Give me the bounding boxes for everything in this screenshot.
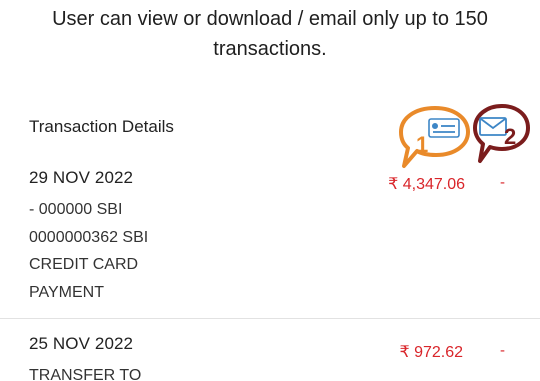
transaction-date: 29 NOV 2022: [29, 168, 134, 187]
section-title: Transaction Details: [29, 117, 174, 136]
transaction-description: - 000000 SBI 0000000362 SBI CREDIT CARD …: [29, 196, 148, 306]
notice-line-1: User can view or download / email only u…: [52, 8, 488, 30]
description-line: 0000000362 SBI: [29, 228, 149, 246]
email-icon: [479, 117, 507, 136]
transaction-amount: ₹ 4,347.06: [388, 176, 465, 193]
transaction-extra: -: [500, 174, 505, 191]
transaction-extra: -: [500, 342, 505, 359]
transaction-row[interactable]: 25 NOV 2022 TRANSFER TO ₹ 972.62 -: [0, 332, 540, 381]
description-line: - 000000 SBI: [29, 201, 123, 218]
notice-line-2: transactions.: [213, 38, 327, 60]
row-divider: [0, 318, 540, 319]
description-line: TRANSFER TO: [29, 367, 142, 381]
view-card-icon: [428, 118, 460, 138]
view-details-callout[interactable]: 1: [398, 104, 472, 170]
transaction-description: TRANSFER TO: [29, 362, 141, 381]
transaction-row[interactable]: 29 NOV 2022 - 000000 SBI 0000000362 SBI …: [0, 166, 540, 318]
callout-number-1: 1: [416, 132, 429, 157]
transaction-date: 25 NOV 2022: [29, 334, 134, 353]
callout-number-2: 2: [504, 124, 517, 149]
description-line: CREDIT CARD: [29, 256, 139, 273]
transaction-amount: ₹ 972.62: [399, 344, 463, 361]
description-line: PAYMENT: [29, 283, 104, 301]
transaction-limit-notice: User can view or download / email only u…: [0, 4, 540, 64]
email-callout[interactable]: 2: [470, 103, 532, 165]
